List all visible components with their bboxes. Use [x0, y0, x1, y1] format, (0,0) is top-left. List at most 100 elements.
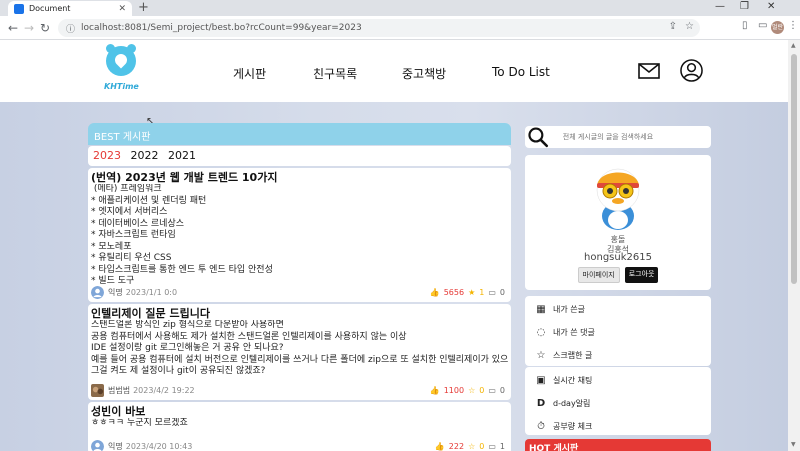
search-input[interactable]: [562, 133, 711, 141]
menu-dday[interactable]: D d-day알림: [535, 392, 701, 415]
menu-label: 공부량 체크: [553, 422, 593, 431]
post-title[interactable]: 인텔리제이 질문 드립니다: [91, 307, 508, 320]
browser-tab[interactable]: Document ✕: [8, 1, 132, 16]
post-card[interactable]: 성빈이 바보 ㅎㅎㅋㅋ 누군지 모르겠죠 익명 2023/4/20 10:43 …: [88, 402, 511, 451]
post-title[interactable]: 성빈이 바보: [91, 405, 508, 418]
menu-label: 실시간 채팅: [553, 376, 593, 385]
share-icon[interactable]: ⇪: [669, 21, 677, 32]
star-outline-icon: ☆: [536, 350, 546, 361]
my-activity-menu: ▦ 내가 쓴글 ◌ 내가 쓴 댓글 ☆ 스크랩한 글: [525, 296, 711, 366]
comment-icon: ▭: [488, 385, 496, 395]
post-date: 2023/4/2 19:22: [133, 385, 195, 395]
calendar-icon: ▦: [536, 304, 546, 315]
tab-search-icon[interactable]: ▭: [758, 20, 767, 31]
site-info-icon[interactable]: ⓘ: [66, 22, 75, 35]
pororo-avatar: [596, 168, 640, 230]
scrollbar-thumb[interactable]: [791, 54, 797, 284]
year-tab-2022[interactable]: 2022: [131, 149, 159, 162]
close-tab-icon[interactable]: ✕: [118, 4, 126, 14]
best-board-header: BEST 게시판: [88, 123, 511, 145]
menu-scrapped[interactable]: ☆ 스크랩한 글: [535, 344, 701, 367]
profile-user-id: hongsuk2615: [584, 252, 652, 263]
browser-menu-icon[interactable]: ⋮: [788, 20, 798, 31]
star-count: 1: [479, 287, 485, 297]
nav-todo[interactable]: To Do List: [492, 65, 550, 79]
search-icon[interactable]: [527, 126, 549, 148]
browser-profile-avatar[interactable]: 멀란: [771, 21, 784, 34]
star-outline-icon: ☆: [468, 385, 476, 395]
search-bar: [525, 126, 711, 148]
post-date: 2023/4/20 10:43: [125, 441, 193, 451]
scroll-up-icon[interactable]: ▲: [791, 42, 796, 49]
like-count: 5656: [443, 287, 465, 297]
maximize-icon[interactable]: ❐: [740, 1, 749, 12]
chat-icon: ▣: [536, 375, 546, 386]
site-header: KHTime 게시판 친구목록 중고책방 To Do List: [0, 40, 788, 102]
url-text: localhost:8081/Semi_project/best.bo?rcCo…: [81, 23, 362, 33]
scroll-down-icon[interactable]: ▼: [791, 441, 796, 448]
tab-title: Document: [29, 4, 71, 13]
logo-text: KHTime: [104, 82, 139, 91]
menu-my-comments[interactable]: ◌ 내가 쓴 댓글: [535, 321, 701, 344]
year-tab-2023[interactable]: 2023: [93, 149, 121, 162]
nav-friends[interactable]: 친구목록: [313, 65, 357, 82]
menu-study-check[interactable]: ⏱ 공부량 체크: [535, 415, 701, 438]
post-author: 익명: [108, 441, 123, 451]
anonymous-avatar-icon: [91, 439, 104, 451]
star-outline-icon: ☆: [468, 441, 476, 451]
comment-icon: ▭: [488, 287, 496, 297]
sidepanel-icon[interactable]: ▯: [742, 20, 748, 31]
page-scrollbar[interactable]: ▲ ▼: [788, 40, 800, 451]
menu-live-chat[interactable]: ▣ 실시간 채팅: [535, 369, 701, 392]
menu-label: 스크랩한 글: [553, 351, 593, 360]
post-card[interactable]: (번역) 2023년 웹 개발 트렌드 10가지 (메타) 프레임워크 * 애플…: [88, 168, 511, 302]
star-icon: ★: [468, 287, 476, 297]
document-favicon-icon: [14, 3, 24, 14]
post-title[interactable]: (번역) 2023년 웹 개발 트렌드 10가지: [91, 171, 508, 184]
mypage-button[interactable]: 마이페이지: [577, 267, 620, 283]
menu-my-posts[interactable]: ▦ 내가 쓴글: [535, 298, 701, 321]
forward-icon[interactable]: →: [24, 21, 34, 35]
like-count: 222: [448, 441, 465, 451]
thumbs-up-icon: 👍: [429, 385, 440, 395]
post-body: (메타) 프레임워크 * 애플리케이션 및 렌더링 패턴 * 엣지에서 서버리스…: [91, 184, 273, 286]
tools-menu: ▣ 실시간 채팅 D d-day알림 ⏱ 공부량 체크: [525, 367, 711, 435]
like-count: 1100: [443, 385, 465, 395]
post-footer: 익명 2023/4/20 10:43 👍 222 ☆ 0 ▭ 1: [91, 439, 505, 451]
reload-icon[interactable]: ↻: [40, 21, 50, 35]
nav-board[interactable]: 게시판: [233, 65, 266, 82]
menu-label: 내가 쓴 댓글: [553, 328, 595, 337]
mail-icon[interactable]: [638, 63, 660, 79]
anonymous-avatar-icon: [91, 285, 104, 299]
post-card[interactable]: 인텔리제이 질문 드립니다 스탠드얼론 방식인 zip 형식으로 다운받아 사용…: [88, 304, 511, 400]
menu-label: 내가 쓴글: [553, 305, 585, 314]
comment-count: 1: [499, 441, 505, 451]
minimize-icon[interactable]: —: [715, 1, 725, 12]
d-letter-icon: D: [536, 398, 546, 409]
year-tab-2021[interactable]: 2021: [168, 149, 196, 162]
comment-icon: ▭: [488, 441, 496, 451]
year-filter: 2023 2022 2021: [88, 146, 511, 166]
star-count: 0: [479, 441, 485, 451]
speech-bubble-icon: ◌: [536, 327, 546, 338]
post-body: ㅎㅎㅋㅋ 누군지 모르겠죠: [91, 418, 188, 428]
logout-button[interactable]: 로그아웃: [624, 267, 659, 283]
post-footer: 익명 2023/1/1 0:0 👍 5656 ★ 1 ▭ 0: [91, 285, 505, 299]
post-body: 스탠드얼론 방식인 zip 형식으로 다운받아 사용하면 공용 컴퓨터에서 사용…: [91, 320, 508, 376]
menu-label: d-day알림: [553, 399, 591, 408]
address-bar[interactable]: ⓘ localhost:8081/Semi_project/best.bo?rc…: [58, 19, 700, 37]
star-count: 0: [479, 385, 485, 395]
comment-count: 0: [499, 287, 505, 297]
comment-count: 0: [499, 385, 505, 395]
browser-toolbar: ← → ↻ ⓘ localhost:8081/Semi_project/best…: [0, 16, 800, 40]
back-icon[interactable]: ←: [8, 21, 18, 35]
browser-tabstrip: Document ✕ + — ❐ ✕: [0, 0, 800, 16]
user-photo-avatar: [91, 383, 104, 397]
bookmark-star-icon[interactable]: ☆: [685, 21, 694, 32]
new-tab-icon[interactable]: +: [138, 0, 149, 15]
nav-used-books[interactable]: 중고책방: [402, 65, 446, 82]
khtime-logo[interactable]: KHTime: [104, 44, 139, 94]
close-window-icon[interactable]: ✕: [767, 1, 775, 12]
post-author: 범범범: [108, 385, 131, 395]
user-profile-icon[interactable]: [680, 59, 703, 82]
